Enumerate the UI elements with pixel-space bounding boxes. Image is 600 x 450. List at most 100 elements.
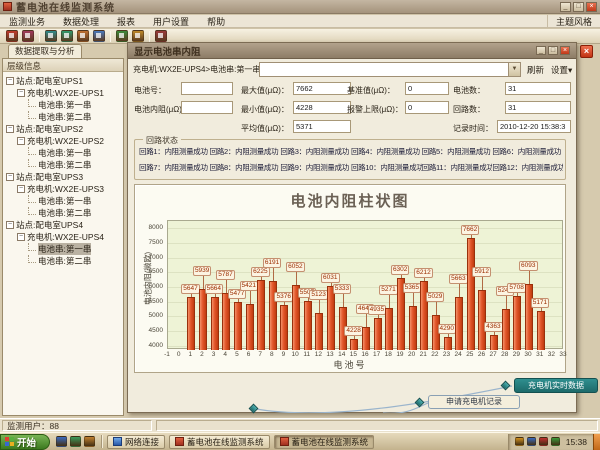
tree-expand-icon[interactable]: − [6,77,14,85]
menu-item[interactable]: 报表 [108,17,144,27]
bar-battery-9[interactable] [280,305,288,350]
dialog-close-icon[interactable]: × [560,46,570,55]
tree-item[interactable]: −充电机:WX2E-UPS4 [6,231,123,243]
bar-battery-3[interactable] [211,297,219,350]
menu-item[interactable]: 数据处理 [54,17,108,27]
tree-item[interactable]: −站点:配电室UPS4 [6,219,123,231]
bar-battery-7[interactable] [257,280,265,350]
maximize-icon[interactable]: □ [573,2,584,12]
taskbar-button[interactable]: 蓄电池在线监测系统 [169,435,270,449]
tree-item[interactable]: −充电机:WX2E-UPS1 [6,87,123,99]
bar-battery-4[interactable] [222,293,230,350]
menu-item[interactable]: 监测业务 [0,17,54,27]
toolbar-alarm-icon[interactable] [6,30,18,42]
bar-value-label: 5787 [216,270,234,280]
bar-battery-31[interactable] [537,311,545,350]
bar-label-connector [261,277,262,280]
tray-icon[interactable] [515,437,524,446]
dialog-maximize-icon[interactable]: □ [548,46,558,55]
bar-battery-25[interactable] [467,238,475,350]
chevron-down-icon[interactable]: ▼ [508,63,520,76]
menu-theme-style[interactable]: 主题风格 [547,15,600,28]
quick-launch-icon[interactable] [84,436,95,447]
tray-icon[interactable] [527,437,536,446]
toolbar-report-icon[interactable] [116,30,128,42]
bar-battery-27[interactable] [490,335,498,350]
bar-battery-30[interactable] [525,284,533,350]
bar-battery-6[interactable] [246,304,254,350]
tree-item[interactable]: 电池串:第一串 [6,195,123,207]
charger-records-button[interactable]: 申请充电机记录 [428,395,520,409]
quick-launch-icon[interactable] [70,436,81,447]
bar-battery-12[interactable] [315,313,323,350]
bar-battery-17[interactable] [374,318,382,350]
tree-item[interactable]: 电池串:第一串 [6,243,123,255]
taskbar-button[interactable]: 网络连接 [107,435,165,449]
bar-battery-2[interactable] [199,289,207,350]
bar-battery-26[interactable] [478,290,486,350]
tree-expand-icon[interactable]: − [17,89,25,97]
tree-item[interactable]: 电池串:第二串 [6,111,123,123]
menu-item[interactable]: 用户设置 [144,17,198,27]
bar-battery-20[interactable] [409,306,417,350]
tree-expand-icon[interactable]: − [17,185,25,193]
tree-item[interactable]: 电池串:第一串 [6,147,123,159]
tree-expand-icon[interactable]: − [6,125,14,133]
toolbar-history-icon[interactable] [93,30,105,42]
tree-item[interactable]: −充电机:WX2E-UPS3 [6,183,123,195]
bar-battery-18[interactable] [385,308,393,350]
bar-battery-24[interactable] [455,297,463,350]
tree-item[interactable]: −站点:配电室UPS2 [6,123,123,135]
toolbar-data-icon[interactable] [77,30,89,42]
bar-battery-21[interactable] [420,281,428,350]
hierarchy-panel-title: 层级信息 [3,59,123,72]
tree-item[interactable]: 电池串:第二串 [6,159,123,171]
tray-icon[interactable] [539,437,548,446]
tree-item[interactable]: −站点:配电室UPS3 [6,171,123,183]
minimize-icon[interactable]: _ [560,2,571,12]
start-button[interactable]: 开始 [0,434,50,450]
resistance-field[interactable] [181,101,233,114]
toolbar-monitor-icon[interactable] [45,30,57,42]
dialog-title: 显示电池串内阻 [134,44,201,58]
bar-battery-11[interactable] [304,301,312,350]
toolbar-exit-icon[interactable] [22,30,34,42]
bar-battery-1[interactable] [187,297,195,350]
realtime-data-button[interactable]: 充电机实时数据 [514,378,598,393]
tree-item[interactable]: 电池串:第一串 [6,99,123,111]
taskbar-button[interactable]: 蓄电池在线监测系统 [274,435,375,449]
alarm-field[interactable]: 0 [405,101,449,114]
bar-battery-5[interactable] [234,302,242,350]
show-desktop-strip[interactable] [593,434,600,450]
tree-expand-icon[interactable]: − [6,173,14,181]
settings-button[interactable]: 设置▾ [549,63,574,76]
close-icon[interactable]: × [586,2,597,12]
toolbar-analysis-icon[interactable] [61,30,73,42]
bar-battery-29[interactable] [513,296,521,350]
bar-battery-15[interactable] [350,339,358,350]
workspace-close-icon[interactable]: × [580,45,593,58]
tree-item-label: 电池串:第二串 [38,207,91,219]
tab-data-analysis[interactable]: 数据提取与分析 [8,44,82,58]
bar-battery-13[interactable] [327,286,335,350]
toolbar-tool-icon[interactable] [155,30,167,42]
base-field[interactable]: 0 [405,82,449,95]
tree-item[interactable]: 电池串:第二串 [6,207,123,219]
bar-battery-23[interactable] [444,337,452,350]
bar-battery-16[interactable] [362,327,370,350]
refresh-button[interactable]: 刷新 [525,63,546,76]
tree-expand-icon[interactable]: − [17,137,25,145]
bar-battery-28[interactable] [502,309,510,350]
toolbar-user-icon[interactable] [132,30,144,42]
menu-item[interactable]: 帮助 [198,17,234,27]
tree-item[interactable]: 电池串:第二串 [6,255,123,267]
tree-expand-icon[interactable]: − [6,221,14,229]
tree-item[interactable]: −站点:配电室UPS1 [6,75,123,87]
tree-item[interactable]: −充电机:WX2E-UPS2 [6,135,123,147]
quick-launch-icon[interactable] [56,436,67,447]
dialog-minimize-icon[interactable]: _ [536,46,546,55]
tray-icon[interactable] [551,437,560,446]
string-selector-combo[interactable]: ▼ [259,62,521,77]
tree-expand-icon[interactable]: − [17,233,25,241]
battery-no-field[interactable] [181,82,233,95]
